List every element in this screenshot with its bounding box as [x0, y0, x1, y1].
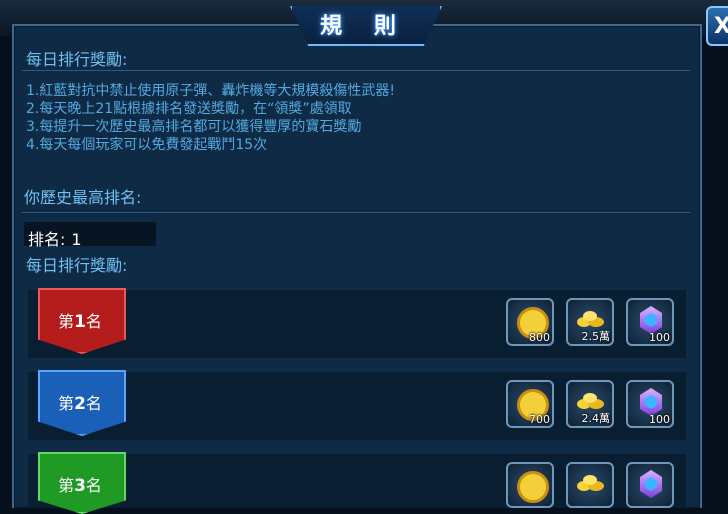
rule-line: 3.每提升一次歷史最高排名都可以獲得豐厚的寶石獎勵 [26, 119, 362, 135]
rank-badge-label: 第2名 [58, 394, 102, 414]
daily-reward-header: 每日排行獎勵: [26, 50, 128, 69]
rank-badge-label: 第3名 [58, 476, 102, 496]
close-button[interactable]: X [706, 6, 728, 46]
reward-gem[interactable]: 100 [626, 380, 674, 428]
rank-reward-row: 第2名 700 2.4萬 100 [28, 370, 686, 440]
gold-pile-icon [577, 475, 604, 491]
rule-line: 2.每天晚上21點根據排名發送獎勵，在“領獎”處領取 [26, 101, 352, 117]
rank-reward-row: 第3名 [28, 452, 686, 514]
divider [22, 212, 690, 213]
gold-pile-icon [577, 311, 604, 327]
reward-gold[interactable]: 2.5萬 [566, 298, 614, 346]
gold-pile-icon [577, 393, 604, 409]
rule-line: 1.紅藍對抗中禁止使用原子彈、轟炸機等大規模殺傷性武器! [26, 83, 395, 99]
history-rank-header: 你歷史最高排名: [24, 188, 142, 207]
divider [22, 70, 690, 71]
reward-gem[interactable]: 100 [626, 298, 674, 346]
coin-icon [517, 471, 549, 503]
reward-coin[interactable]: 700 [506, 380, 554, 428]
rule-line: 4.每天每個玩家可以免費發起戰鬥15次 [26, 137, 268, 153]
rank-reward-row: 第1名 800 2.5萬 100 [28, 288, 686, 358]
window-title: 規 則 [320, 14, 408, 39]
reward-coin[interactable] [506, 462, 554, 508]
reward-gem[interactable] [626, 462, 674, 508]
reward-gold[interactable] [566, 462, 614, 508]
rank-badge-label: 第1名 [58, 312, 102, 332]
reward-gold[interactable]: 2.4萬 [566, 380, 614, 428]
rank-display: 排名: 1 [28, 226, 82, 250]
reward-coin[interactable]: 800 [506, 298, 554, 346]
rank-value: 1 [71, 230, 82, 249]
daily-reward-header-2: 每日排行獎勵: [26, 256, 128, 275]
rank-label: 排名: [28, 230, 66, 249]
